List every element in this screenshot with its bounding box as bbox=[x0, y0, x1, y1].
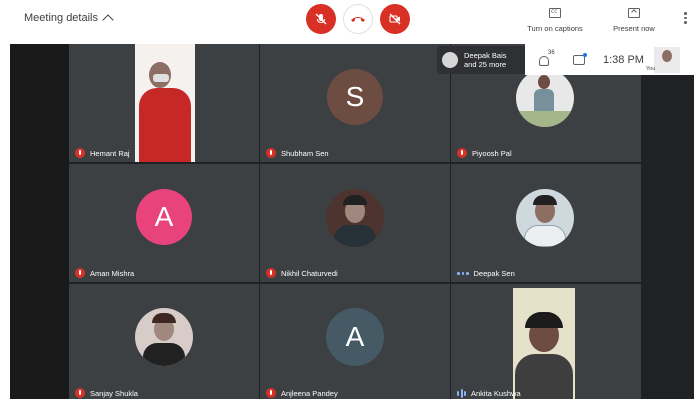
participant-name-tag: Sanjay Shukla bbox=[75, 388, 138, 398]
avatar-initial: A bbox=[154, 201, 174, 232]
mic-off-icon bbox=[75, 268, 85, 278]
avatar: A bbox=[136, 189, 192, 245]
participant-name: Ankita Kushwa bbox=[471, 389, 521, 398]
mic-off-icon bbox=[266, 268, 276, 278]
speaking-indicator-icon bbox=[457, 389, 466, 398]
self-view-thumbnail[interactable]: You bbox=[646, 46, 680, 73]
avatar bbox=[516, 69, 574, 127]
present-now-button[interactable]: Present now bbox=[610, 4, 658, 33]
people-count: 36 bbox=[548, 49, 555, 56]
stage-left-margin bbox=[10, 44, 69, 399]
participant-name: Shubham Sen bbox=[281, 148, 329, 158]
mic-off-icon bbox=[315, 13, 327, 25]
participant-name-tag: Aman Mishra bbox=[75, 268, 134, 278]
chat-icon[interactable] bbox=[573, 52, 587, 65]
mic-off-icon bbox=[75, 148, 85, 158]
self-label: You bbox=[645, 65, 656, 72]
show-everyone-button[interactable]: 36 bbox=[537, 49, 555, 67]
avatar-initial: S bbox=[345, 81, 365, 112]
mic-toggle-button[interactable] bbox=[306, 4, 336, 34]
people-icon bbox=[539, 55, 549, 66]
other-participants-text: Deepak Bais and 25 more bbox=[464, 51, 507, 70]
others-count: and 25 more bbox=[464, 60, 507, 69]
participant-name: Anjleena Pandey bbox=[281, 388, 338, 398]
mic-off-icon bbox=[75, 388, 85, 398]
present-label: Present now bbox=[613, 24, 655, 33]
avatar bbox=[326, 189, 384, 247]
meeting-details-button[interactable]: Meeting details bbox=[24, 12, 114, 26]
avatar-initial: A bbox=[345, 321, 365, 352]
participant-name-tag: Anjleena Pandey bbox=[266, 388, 338, 398]
participant-tile[interactable]: Hemant Raj bbox=[69, 44, 259, 162]
participant-name-tag: Ankita Kushwa bbox=[457, 389, 521, 398]
others-name: Deepak Bais bbox=[464, 50, 507, 60]
leave-call-button[interactable] bbox=[343, 4, 373, 34]
participant-tile[interactable]: S Shubham Sen bbox=[260, 44, 450, 162]
mic-off-icon bbox=[266, 148, 276, 158]
participant-tile[interactable]: A Anjleena Pandey bbox=[260, 284, 450, 399]
avatar: S bbox=[327, 69, 383, 125]
participant-name-tag: Piyoosh Pal bbox=[457, 148, 512, 158]
mic-off-icon bbox=[266, 388, 276, 398]
participant-name-tag: Deepak Sen bbox=[457, 269, 515, 278]
participant-thumbnail bbox=[442, 52, 458, 68]
participant-tile[interactable]: A Aman Mishra bbox=[69, 164, 259, 282]
participant-name-tag: Nikhil Chaturvedi bbox=[266, 268, 338, 278]
captions-label: Turn on captions bbox=[527, 24, 583, 33]
present-icon bbox=[628, 8, 640, 18]
participant-video bbox=[135, 44, 195, 162]
camera-toggle-button[interactable] bbox=[380, 4, 410, 34]
info-panel: 36 1:38 PM You bbox=[525, 44, 694, 75]
other-participants-chip[interactable]: Deepak Bais and 25 more bbox=[437, 46, 527, 74]
avatar bbox=[135, 308, 193, 366]
participant-name: Sanjay Shukla bbox=[90, 388, 138, 398]
meeting-details-label: Meeting details bbox=[24, 12, 98, 24]
participant-name: Nikhil Chaturvedi bbox=[281, 268, 338, 278]
avatar bbox=[516, 189, 574, 247]
self-avatar bbox=[661, 49, 672, 62]
participant-name: Hemant Raj bbox=[90, 148, 130, 158]
participant-tile[interactable]: Deepak Sen bbox=[451, 164, 641, 282]
chevron-up-icon bbox=[102, 14, 114, 26]
participant-video bbox=[513, 288, 575, 399]
video-grid: Hemant Raj S Shubham Sen Piyoosh Pal A A… bbox=[10, 44, 694, 399]
end-call-icon bbox=[351, 17, 365, 22]
clock: 1:38 PM bbox=[603, 53, 644, 66]
mic-off-icon bbox=[457, 148, 467, 158]
more-vert-icon bbox=[684, 12, 687, 15]
participant-name: Aman Mishra bbox=[90, 268, 135, 278]
audio-activity-icon bbox=[457, 272, 469, 275]
avatar: A bbox=[326, 308, 384, 366]
participant-tile[interactable]: Nikhil Chaturvedi bbox=[260, 164, 450, 282]
participant-name: Deepak Sen bbox=[473, 269, 515, 278]
more-options-button[interactable] bbox=[684, 12, 687, 24]
participant-name-tag: Hemant Raj bbox=[75, 148, 130, 158]
captions-icon bbox=[549, 8, 561, 18]
participant-name-tag: Shubham Sen bbox=[266, 148, 329, 158]
participant-tile[interactable]: Ankita Kushwa bbox=[451, 284, 641, 399]
participant-name: Piyoosh Pal bbox=[472, 148, 512, 158]
top-bar: Meeting details Turn on captions Present… bbox=[0, 0, 694, 44]
participant-tile[interactable]: Sanjay Shukla bbox=[69, 284, 259, 399]
camera-off-icon bbox=[389, 13, 401, 25]
captions-button[interactable]: Turn on captions bbox=[525, 4, 585, 33]
